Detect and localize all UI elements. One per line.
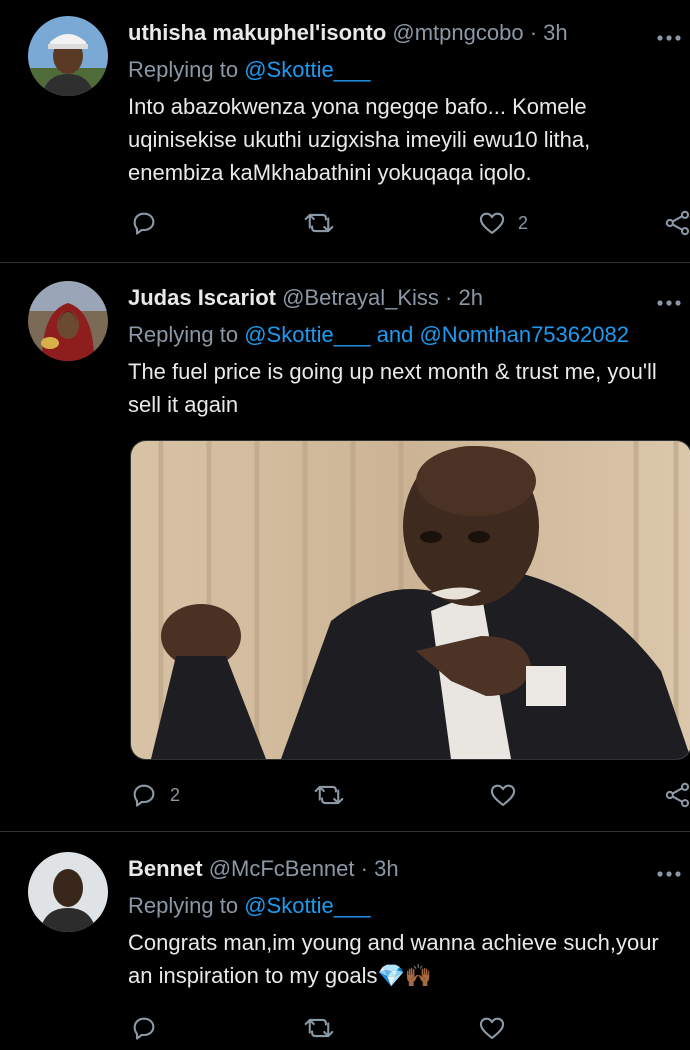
retweet-icon (314, 785, 344, 805)
like-button[interactable] (478, 1014, 506, 1042)
display-name[interactable]: Judas Iscariot (128, 285, 276, 310)
timestamp[interactable]: 2h (459, 285, 483, 310)
tweet-text: The fuel price is going up next month & … (128, 359, 657, 417)
tweet-header: Judas Iscariot @Betrayal_Kiss · 2h (128, 285, 483, 311)
timestamp[interactable]: 3h (374, 856, 398, 881)
tweet-actions (0, 1010, 690, 1050)
user-handle[interactable]: @McFcBennet (209, 856, 355, 881)
display-name[interactable]: Bennet (128, 856, 203, 881)
tweet-header: Bennet @McFcBennet · 3h (128, 856, 399, 882)
mention-link[interactable]: @Skottie___ (244, 893, 370, 918)
like-button[interactable] (489, 781, 517, 809)
separator-dot: · (445, 285, 453, 310)
separator-dot: · (360, 856, 368, 881)
replying-prefix: Replying to (128, 57, 239, 82)
tweet-1[interactable]: uthisha makuphel'isonto @mtpngcobo · 3h … (0, 0, 690, 262)
more-icon[interactable] (656, 293, 690, 313)
heart-icon (490, 784, 516, 806)
reply-icon (133, 212, 155, 235)
retweet-icon (304, 213, 334, 233)
more-icon[interactable] (656, 864, 690, 884)
retweet-icon (304, 1018, 334, 1038)
mention-link[interactable]: @Skottie___ (244, 57, 370, 82)
tweet-header: uthisha makuphel'isonto @mtpngcobo · 3h (128, 20, 568, 46)
retweet-button[interactable] (314, 781, 344, 809)
reply-count: 2 (170, 784, 181, 805)
like-count: 2 (518, 212, 529, 233)
heart-icon (479, 1017, 505, 1039)
reply-button[interactable] (130, 1014, 158, 1042)
separator-dot: · (529, 20, 538, 45)
like-button[interactable]: 2 (478, 209, 528, 237)
retweet-button[interactable] (304, 1014, 334, 1042)
user-handle[interactable]: @mtpngcobo (392, 20, 523, 45)
mention-link[interactable]: @Skottie___ (244, 322, 370, 347)
tweet-image[interactable] (130, 440, 690, 760)
tweet-3[interactable]: Bennet @McFcBennet · 3h Replying to @Sko… (0, 832, 690, 1040)
tweet-actions: 2 (0, 205, 690, 245)
replying-to: Replying to @Skottie___ (128, 893, 371, 919)
reply-button[interactable]: 2 (130, 781, 180, 809)
share-button[interactable] (664, 209, 690, 237)
replying-to: Replying to @Skottie___ and @Nomthan7536… (128, 322, 629, 348)
mention-link[interactable]: @Nomthan75362082 (419, 322, 628, 347)
replying-prefix: Replying to (128, 322, 239, 347)
tweet-text: Into abazokwenza yona ngegqe bafo... Kom… (128, 94, 591, 185)
user-handle[interactable]: @Betrayal_Kiss (282, 285, 439, 310)
mention-joiner: and (376, 322, 414, 347)
tweet-actions: 2 (0, 777, 690, 817)
replying-prefix: Replying to (128, 893, 239, 918)
heart-icon (479, 212, 505, 234)
reply-icon (133, 1017, 155, 1040)
display-name[interactable]: uthisha makuphel'isonto (128, 20, 386, 45)
tweet-text: Congrats man,im young and wanna achieve … (128, 930, 659, 988)
more-icon[interactable] (656, 28, 690, 48)
reply-icon (133, 784, 155, 807)
avatar[interactable] (28, 16, 108, 96)
timestamp[interactable]: 3h (543, 20, 567, 45)
tweet-2[interactable]: Judas Iscariot @Betrayal_Kiss · 2h Reply… (0, 263, 690, 831)
replying-to: Replying to @Skottie___ (128, 57, 371, 83)
retweet-button[interactable] (304, 209, 334, 237)
share-icon (665, 210, 690, 236)
photo-man-speaking (131, 441, 690, 759)
avatar[interactable] (28, 281, 108, 361)
avatar[interactable] (28, 852, 108, 932)
share-button[interactable] (664, 781, 690, 809)
reply-button[interactable] (130, 209, 158, 237)
share-icon (665, 782, 690, 808)
